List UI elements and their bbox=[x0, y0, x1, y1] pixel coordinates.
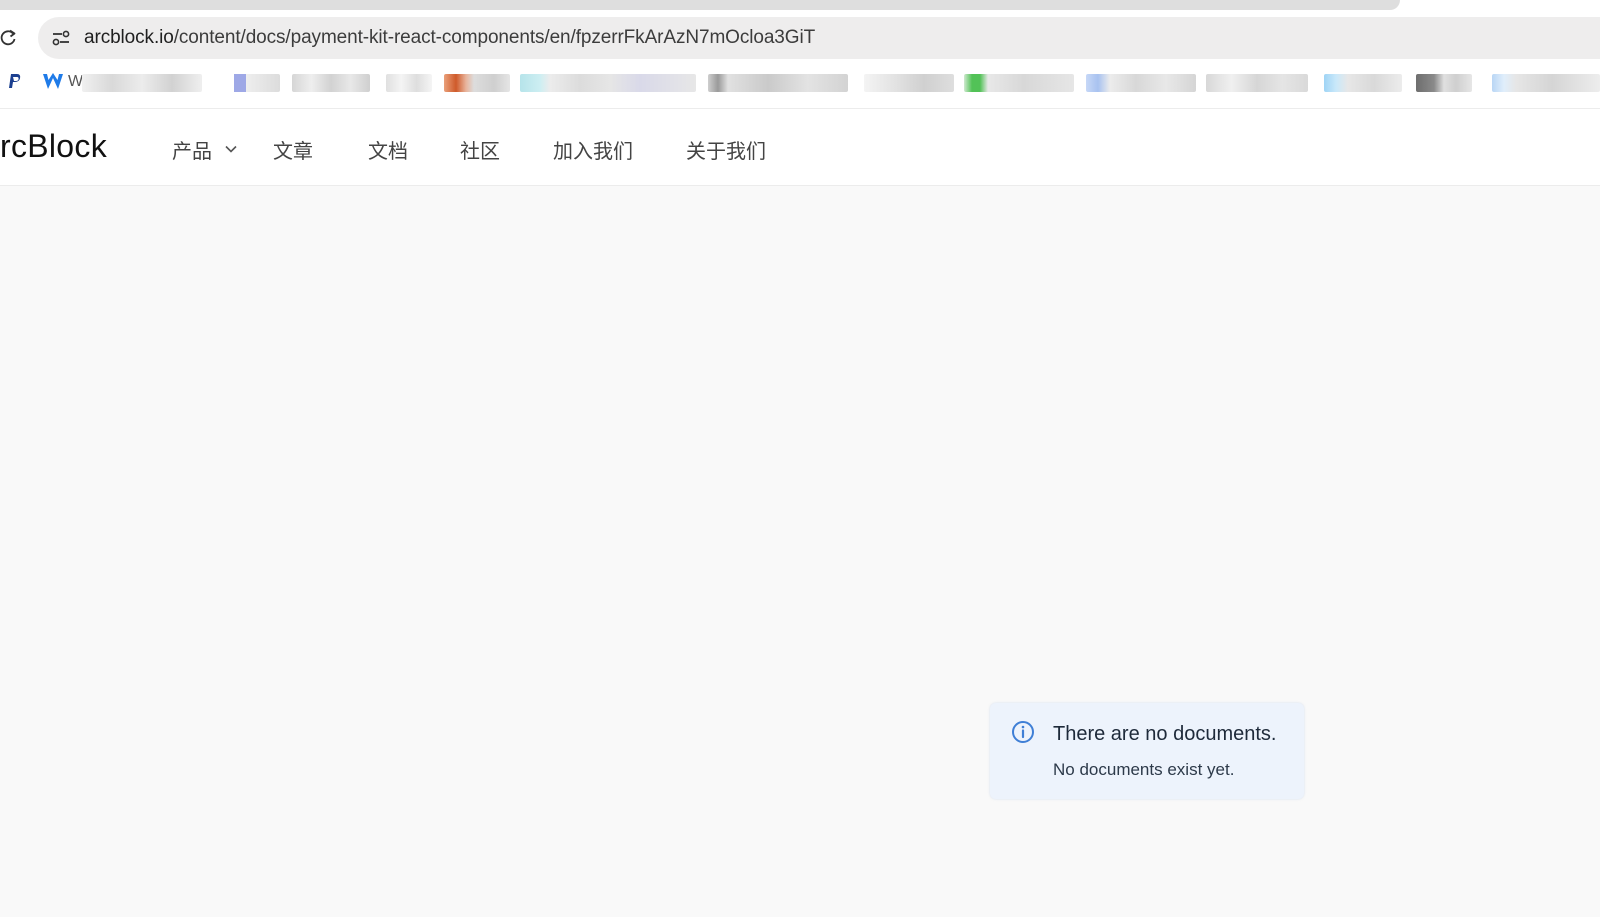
blurred-bookmark[interactable] bbox=[1086, 74, 1196, 92]
bookmark-label[interactable]: W bbox=[68, 73, 83, 91]
bookmarks-bar: W bbox=[0, 66, 1600, 100]
blurred-bookmark[interactable] bbox=[444, 74, 510, 92]
site-header: rcBlock 产品 文章 文档 社区 加入我们 关于我们 bbox=[0, 108, 1600, 186]
paypal-icon[interactable] bbox=[7, 73, 23, 91]
blurred-bookmark[interactable] bbox=[82, 74, 202, 92]
site-info-icon[interactable] bbox=[50, 27, 72, 49]
blurred-bookmark[interactable] bbox=[1492, 74, 1600, 92]
blurred-bookmark[interactable] bbox=[224, 74, 280, 92]
nav-item-join-us[interactable]: 加入我们 bbox=[553, 135, 633, 164]
nav-item-about-us[interactable]: 关于我们 bbox=[686, 135, 766, 164]
blurred-bookmark[interactable] bbox=[708, 74, 848, 92]
url-host: arcblock.io bbox=[84, 27, 174, 48]
blurred-bookmark[interactable] bbox=[964, 74, 1074, 92]
nav-item-products[interactable]: 产品 bbox=[172, 135, 212, 164]
main-content bbox=[0, 187, 1600, 917]
alert-message: No documents exist yet. bbox=[1053, 760, 1235, 779]
info-icon bbox=[1012, 721, 1034, 743]
blurred-bookmark[interactable] bbox=[386, 74, 432, 92]
blurred-bookmark[interactable] bbox=[520, 74, 696, 92]
w-bookmark-icon[interactable] bbox=[42, 72, 64, 92]
nav-item-docs[interactable]: 文档 bbox=[368, 135, 408, 164]
empty-state-alert: There are no documents. No documents exi… bbox=[990, 703, 1304, 799]
blurred-bookmark[interactable] bbox=[864, 74, 954, 92]
browser-chrome: arcblock.io/content/docs/payment-kit-rea… bbox=[0, 0, 1600, 108]
site-logo[interactable]: rcBlock bbox=[0, 128, 107, 165]
nav-item-community[interactable]: 社区 bbox=[460, 135, 500, 164]
url-text[interactable]: arcblock.io/content/docs/payment-kit-rea… bbox=[84, 27, 815, 49]
blurred-bookmark[interactable] bbox=[292, 74, 370, 92]
address-bar[interactable]: arcblock.io/content/docs/payment-kit-rea… bbox=[38, 17, 1600, 59]
blurred-bookmark[interactable] bbox=[1206, 74, 1308, 92]
nav-item-articles[interactable]: 文章 bbox=[273, 135, 313, 164]
reload-icon[interactable] bbox=[0, 27, 18, 49]
chevron-down-icon[interactable] bbox=[224, 142, 238, 156]
blurred-bookmark[interactable] bbox=[1324, 74, 1402, 92]
blurred-bookmark[interactable] bbox=[1416, 74, 1472, 92]
url-path: /content/docs/payment-kit-react-componen… bbox=[173, 27, 816, 48]
tab-strip bbox=[0, 0, 1400, 10]
alert-title: There are no documents. bbox=[1053, 723, 1277, 745]
